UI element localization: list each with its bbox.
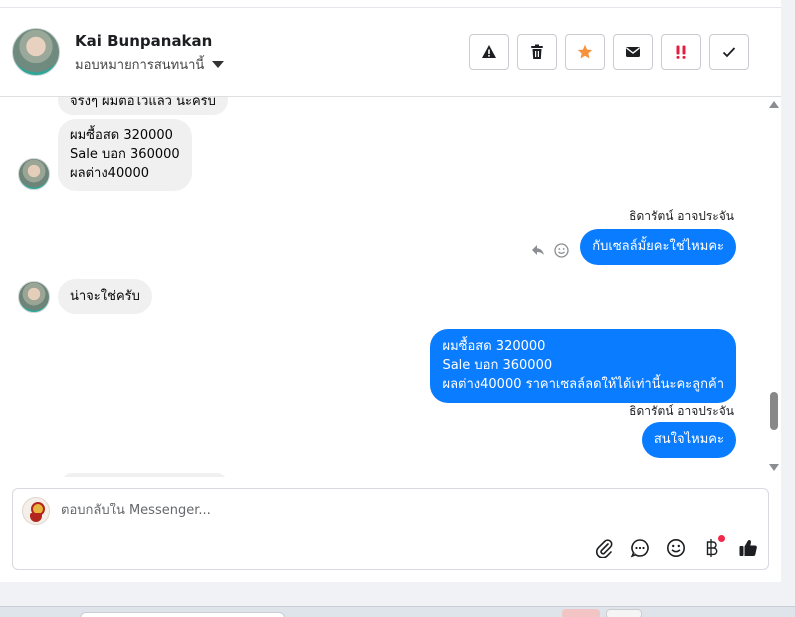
conversation-header: Kai Bunpanakan มอบหมายการสนทนานี้: [0, 8, 781, 97]
message-line: ผลต่าง40000: [70, 166, 150, 181]
mark-done-button[interactable]: [709, 34, 749, 70]
react-emoji-icon[interactable]: [554, 243, 569, 258]
message-bubble-outgoing: ผมซื้อสด 320000 Sale บอก 360000 ผลต่าง40…: [430, 329, 736, 403]
reply-icon[interactable]: [531, 244, 545, 256]
message-text: น่าจะใช่ครับ: [70, 289, 140, 304]
scroll-down-arrow-icon[interactable]: [769, 464, 779, 471]
contact-avatar-small: [18, 281, 50, 313]
saved-reply-button[interactable]: [629, 537, 651, 559]
warning-icon: [482, 45, 496, 58]
attach-button[interactable]: [593, 537, 615, 559]
header-actions: [469, 34, 749, 70]
message-text: สนใจไหมคะ: [653, 432, 724, 447]
message-bubble-incoming: จริงๆ ผมต่อไว้แล้ว นะครับ: [58, 97, 228, 115]
message-line: Sale บอก 360000: [70, 147, 180, 162]
message-line: ผลต่าง40000 ราคาเซลล์ลดให้ได้เท่านี้นะคะ…: [442, 377, 724, 392]
assign-conversation-dropdown[interactable]: มอบหมายการสนทนานี้: [75, 54, 225, 75]
report-button[interactable]: [469, 34, 509, 70]
taskbar-tab[interactable]: [606, 609, 642, 617]
star-icon: [577, 44, 593, 59]
trash-icon: [531, 44, 543, 59]
contact-name[interactable]: Kai Bunpanakan: [75, 32, 212, 50]
taskbar-tab[interactable]: [562, 609, 600, 617]
message-composer: [12, 488, 769, 570]
mark-unread-button[interactable]: [613, 34, 653, 70]
attachment-icon: [596, 539, 613, 558]
reply-input[interactable]: [61, 503, 561, 518]
composer-tools: [593, 535, 759, 559]
scroll-up-arrow-icon[interactable]: [769, 101, 779, 108]
delete-button[interactable]: [517, 34, 557, 70]
message-bubble-incoming-partial: [62, 473, 227, 477]
spam-button[interactable]: [661, 34, 701, 70]
page-avatar: [22, 497, 50, 525]
mail-icon: [626, 47, 640, 57]
sender-name: ธิดารัตน์ อาจประจัน: [629, 404, 734, 418]
saved-reply-icon: [630, 539, 649, 558]
message-text: กับเซลล์มั้ยคะใช่ไหมคะ: [592, 239, 724, 254]
contact-avatar[interactable]: [12, 28, 60, 76]
message-bubble-outgoing: กับเซลล์มั้ยคะใช่ไหมคะ: [580, 229, 736, 265]
message-thread[interactable]: จริงๆ ผมต่อไว้แล้ว นะครับ ผมซื้อสด 32000…: [0, 97, 768, 477]
check-icon: [722, 47, 736, 58]
spam-icon: [676, 45, 686, 59]
payment-button[interactable]: [701, 535, 725, 559]
sender-name: ธิดารัตน์ อาจประจัน: [629, 209, 734, 223]
notification-dot: [718, 535, 725, 542]
message-bubble-incoming: ผมซื้อสด 320000 Sale บอก 360000 ผลต่าง40…: [58, 119, 192, 191]
like-button[interactable]: [737, 537, 759, 559]
emoji-icon: [667, 539, 685, 557]
message-bubble-outgoing: สนใจไหมคะ: [641, 422, 736, 458]
emoji-button[interactable]: [665, 537, 687, 559]
top-strip: [0, 0, 781, 8]
caret-down-icon: [212, 61, 225, 68]
message-line: ผมซื้อสด 320000: [442, 339, 546, 354]
contact-avatar-small: [18, 158, 50, 190]
assign-label: มอบหมายการสนทนานี้: [75, 58, 205, 73]
payment-baht-icon: [706, 539, 718, 557]
taskbar-tab[interactable]: [80, 612, 285, 617]
star-button[interactable]: [565, 34, 605, 70]
message-line: ผมซื้อสด 320000: [70, 128, 173, 143]
message-line: Sale บอก 360000: [442, 358, 553, 373]
scrollbar-thumb[interactable]: [770, 392, 778, 430]
like-icon: [739, 540, 757, 557]
message-bubble-incoming: น่าจะใช่ครับ: [58, 279, 152, 314]
message-text: จริงๆ ผมต่อไว้แล้ว นะครับ: [70, 97, 216, 109]
